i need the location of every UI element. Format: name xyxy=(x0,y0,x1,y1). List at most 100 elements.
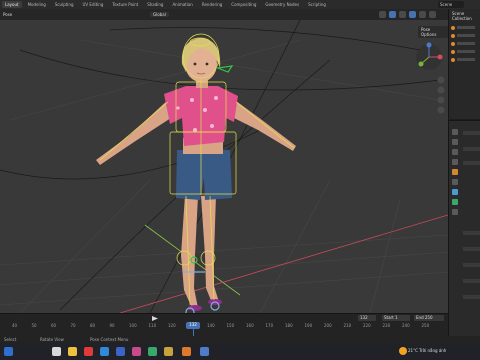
outliner-item[interactable] xyxy=(451,48,478,55)
scene-selector[interactable]: Scene xyxy=(438,1,464,8)
frame-tick-label: 80 xyxy=(90,323,96,328)
properties-panel xyxy=(448,120,480,336)
frame-tick-label: 220 xyxy=(363,323,371,328)
file-explorer-icon[interactable] xyxy=(68,347,77,356)
frame-tick-label: 190 xyxy=(304,323,313,328)
pose-options-dropdown[interactable]: Pose Options xyxy=(418,26,448,38)
outliner-panel: Scene Collection xyxy=(448,9,480,119)
tab-modeling[interactable]: Modeling xyxy=(25,1,49,8)
browser-icon[interactable] xyxy=(84,347,93,356)
modifier-tab-icon[interactable] xyxy=(452,179,458,185)
status-right: Pose Context Menu xyxy=(90,337,129,342)
zoom-icon[interactable] xyxy=(437,76,445,84)
tab-scripting[interactable]: Scripting xyxy=(305,1,329,8)
tab-shading[interactable]: Shading xyxy=(144,1,166,8)
playback-controls: 132 Start 1 End 250 xyxy=(0,314,448,322)
tool-tab-icon[interactable] xyxy=(452,129,458,135)
status-bar: Select Rotate View Pose Context Menu xyxy=(0,336,480,343)
frame-tick-label: 240 xyxy=(402,323,410,328)
top-menu-bar: Layout Modeling Sculpting UV Editing Tex… xyxy=(0,0,480,9)
frame-tick-label: 50 xyxy=(31,323,37,328)
weather-sun-icon xyxy=(399,347,407,355)
frame-tick-label: 90 xyxy=(109,323,115,328)
tab-animation[interactable]: Animation xyxy=(169,1,195,8)
tab-geometry-nodes[interactable]: Geometry Nodes xyxy=(262,1,302,8)
tab-compositing[interactable]: Compositing xyxy=(228,1,259,8)
pan-hand-icon[interactable] xyxy=(437,86,445,94)
end-frame-field[interactable]: End 250 xyxy=(414,315,444,321)
frame-tick-label: 60 xyxy=(51,323,57,328)
tab-uv-editing[interactable]: UV Editing xyxy=(80,1,107,8)
frame-tick-label: 250 xyxy=(421,323,430,328)
word-icon[interactable] xyxy=(116,347,125,356)
viewport-header: Pose Global xyxy=(0,9,448,20)
outliner-item[interactable] xyxy=(451,32,478,39)
scene-tab-icon[interactable] xyxy=(452,159,458,165)
outliner-item[interactable] xyxy=(451,40,478,47)
frame-tick-label: 110 xyxy=(148,323,157,328)
object-icon xyxy=(451,25,455,30)
frame-tick-label: 70 xyxy=(70,323,76,328)
material-preview-icon[interactable] xyxy=(419,11,426,18)
output-tab-icon[interactable] xyxy=(452,149,458,155)
gizmo-z-icon[interactable] xyxy=(426,42,432,48)
object-icon xyxy=(451,41,455,46)
tab-texture-paint[interactable]: Texture Paint xyxy=(109,1,141,8)
wireframe-shading-icon[interactable] xyxy=(399,11,406,18)
object-icon xyxy=(451,49,455,54)
frame-tick-label: 140 xyxy=(207,323,215,328)
search-icon[interactable] xyxy=(52,347,61,356)
frame-ruler[interactable]: 4050607080901001101201301401501601701801… xyxy=(0,323,448,331)
solid-shading-icon[interactable] xyxy=(409,11,416,18)
3d-viewport[interactable]: Pose Options xyxy=(0,20,448,313)
outliner-title: Scene Collection xyxy=(452,11,472,21)
rendered-shading-icon[interactable] xyxy=(429,11,436,18)
app-icon-2[interactable] xyxy=(200,347,209,356)
viewport-canvas xyxy=(0,20,448,313)
frame-tick-label: 40 xyxy=(12,323,18,328)
frame-tick-label: 150 xyxy=(226,323,235,328)
frame-tick-label: 230 xyxy=(382,323,391,328)
frame-tick-label: 160 xyxy=(246,323,254,328)
overlay-icon[interactable] xyxy=(379,11,386,18)
interaction-mode-dropdown[interactable]: Pose xyxy=(3,12,12,17)
play-icon[interactable] xyxy=(152,316,158,321)
frame-cursor[interactable]: 132 xyxy=(186,322,200,329)
current-frame-field[interactable]: 132 xyxy=(358,315,376,321)
blender-icon[interactable] xyxy=(182,347,191,356)
taskbar: 21°C Trời nắng ánh xyxy=(0,343,480,360)
navigation-gizmo[interactable] xyxy=(414,42,444,72)
edge-icon[interactable] xyxy=(100,347,109,356)
frame-tick-label: 200 xyxy=(324,323,332,328)
transform-orientation-dropdown[interactable]: Global xyxy=(150,12,169,17)
status-middle: Rotate View xyxy=(40,337,64,342)
start-icon[interactable] xyxy=(4,347,13,356)
frame-tick-label: 170 xyxy=(265,323,274,328)
outliner-item[interactable] xyxy=(451,56,478,63)
render-tab-icon[interactable] xyxy=(452,139,458,145)
viewport-nav-buttons xyxy=(437,76,445,114)
outliner-item[interactable] xyxy=(451,24,478,31)
app-icon[interactable] xyxy=(132,347,141,356)
object-icon xyxy=(451,57,455,62)
frame-tick-label: 210 xyxy=(343,323,352,328)
camera-view-icon[interactable] xyxy=(437,96,445,104)
x-axis-line xyxy=(119,214,448,313)
tab-rendering[interactable]: Rendering xyxy=(199,1,225,8)
object-tab-icon[interactable] xyxy=(452,169,458,175)
data-tab-icon[interactable] xyxy=(452,199,458,205)
gizmo-y-icon[interactable] xyxy=(418,61,424,67)
tab-sculpting[interactable]: Sculpting xyxy=(52,1,77,8)
material-tab-icon[interactable] xyxy=(452,209,458,215)
start-frame-field[interactable]: Start 1 xyxy=(382,315,410,321)
weather-text[interactable]: 21°C Trời nắng ánh xyxy=(408,348,446,353)
photos-icon[interactable] xyxy=(164,347,173,356)
xray-icon[interactable] xyxy=(389,11,396,18)
frame-tick-label: 100 xyxy=(129,323,137,328)
grid-perspective-icon[interactable] xyxy=(437,106,445,114)
tab-layout[interactable]: Layout xyxy=(2,1,22,8)
excel-icon[interactable] xyxy=(148,347,157,356)
bone-tab-icon[interactable] xyxy=(452,189,458,195)
frame-tick-label: 180 xyxy=(285,323,293,328)
gizmo-x-icon[interactable] xyxy=(437,54,443,60)
